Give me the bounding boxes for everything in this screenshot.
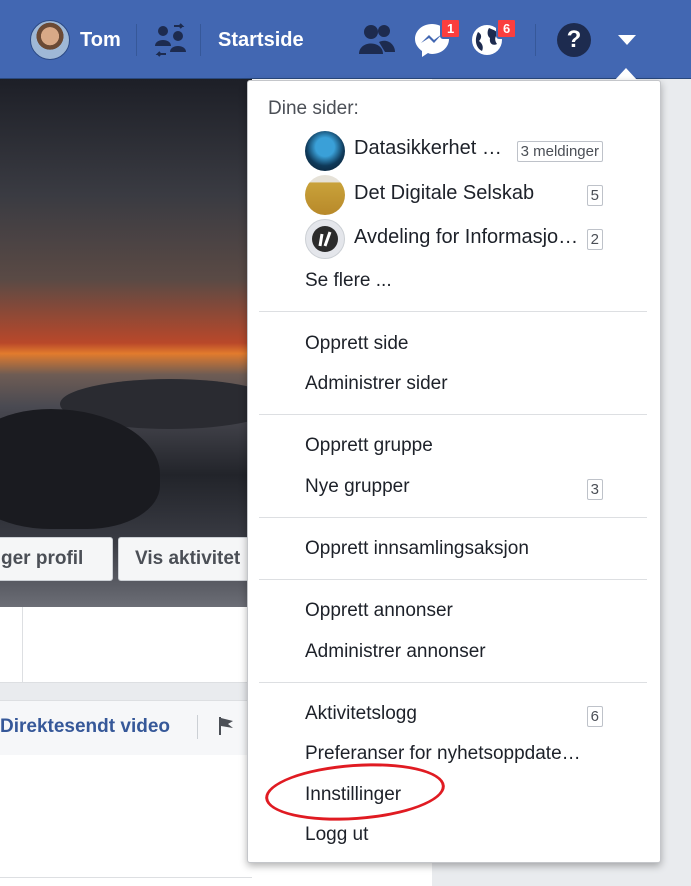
divider [535,24,536,56]
activity-log-item[interactable]: Aktivitetslogg [305,703,417,725]
new-groups-count: 3 [586,479,603,500]
post-area [0,755,252,886]
manage-pages-item[interactable]: Administrer sider [305,373,448,395]
news-feed-preferences-item[interactable]: Preferanser for nyhetsoppdate… [305,743,581,765]
top-navigation-bar: Tom Startside 1 6 ? [0,0,691,79]
create-fundraiser-item[interactable]: Opprett innsamlingsaksjon [305,538,529,560]
composer-tabs: Direktesendt video [0,700,252,756]
cover-photo: ger profil Vis aktivitet [0,79,252,607]
divider [197,715,198,739]
divider [136,24,137,56]
create-page-item[interactable]: Opprett side [305,333,409,355]
page-name: Datasikkerhet … [354,137,502,159]
user-avatar[interactable] [30,20,70,60]
your-pages-header: Dine sider: [268,98,359,119]
home-link[interactable]: Startside [218,29,304,52]
divider [259,682,647,683]
activity-log-count: 6 [586,706,603,727]
page-avatar [305,131,345,171]
page-count-badge: 5 [586,185,603,206]
flag-icon[interactable] [218,716,236,742]
profile-link[interactable]: Tom [80,29,121,52]
divider [259,579,647,580]
account-dropdown-menu: Dine sider: Datasikkerhet … 3 meldinger … [247,80,661,863]
help-icon[interactable]: ? [557,23,591,57]
page-avatar [305,219,345,259]
view-activity-button[interactable]: Vis aktivitet [118,537,252,581]
manage-ads-item[interactable]: Administrer annonser [305,641,486,663]
notifications-badge: 6 [496,18,518,39]
divider [22,607,23,682]
see-more-pages[interactable]: Se flere ... [305,270,392,292]
divider [259,311,647,312]
page-count-badge: 3 meldinger [516,141,603,162]
log-out-item[interactable]: Logg ut [305,824,368,846]
divider [259,414,647,415]
create-group-item[interactable]: Opprett gruppe [305,435,433,457]
divider [259,517,647,518]
friends-icon[interactable] [357,22,397,64]
divider [0,877,252,878]
page-name: Avdeling for Informasjo… [354,226,579,248]
page-avatar [305,175,345,215]
live-video-tab[interactable]: Direktesendt video [0,716,170,738]
divider [200,24,201,56]
page-name: Det Digitale Selskab [354,182,535,204]
new-groups-item[interactable]: Nye grupper [305,476,410,498]
edit-profile-button[interactable]: ger profil [0,537,113,581]
page-count-badge: 2 [586,229,603,250]
profile-nav-panel [0,607,252,683]
dropdown-caret-icon[interactable] [618,35,636,45]
create-ads-item[interactable]: Opprett annonser [305,600,453,622]
find-friends-icon[interactable] [152,22,188,64]
messenger-badge: 1 [440,18,462,39]
